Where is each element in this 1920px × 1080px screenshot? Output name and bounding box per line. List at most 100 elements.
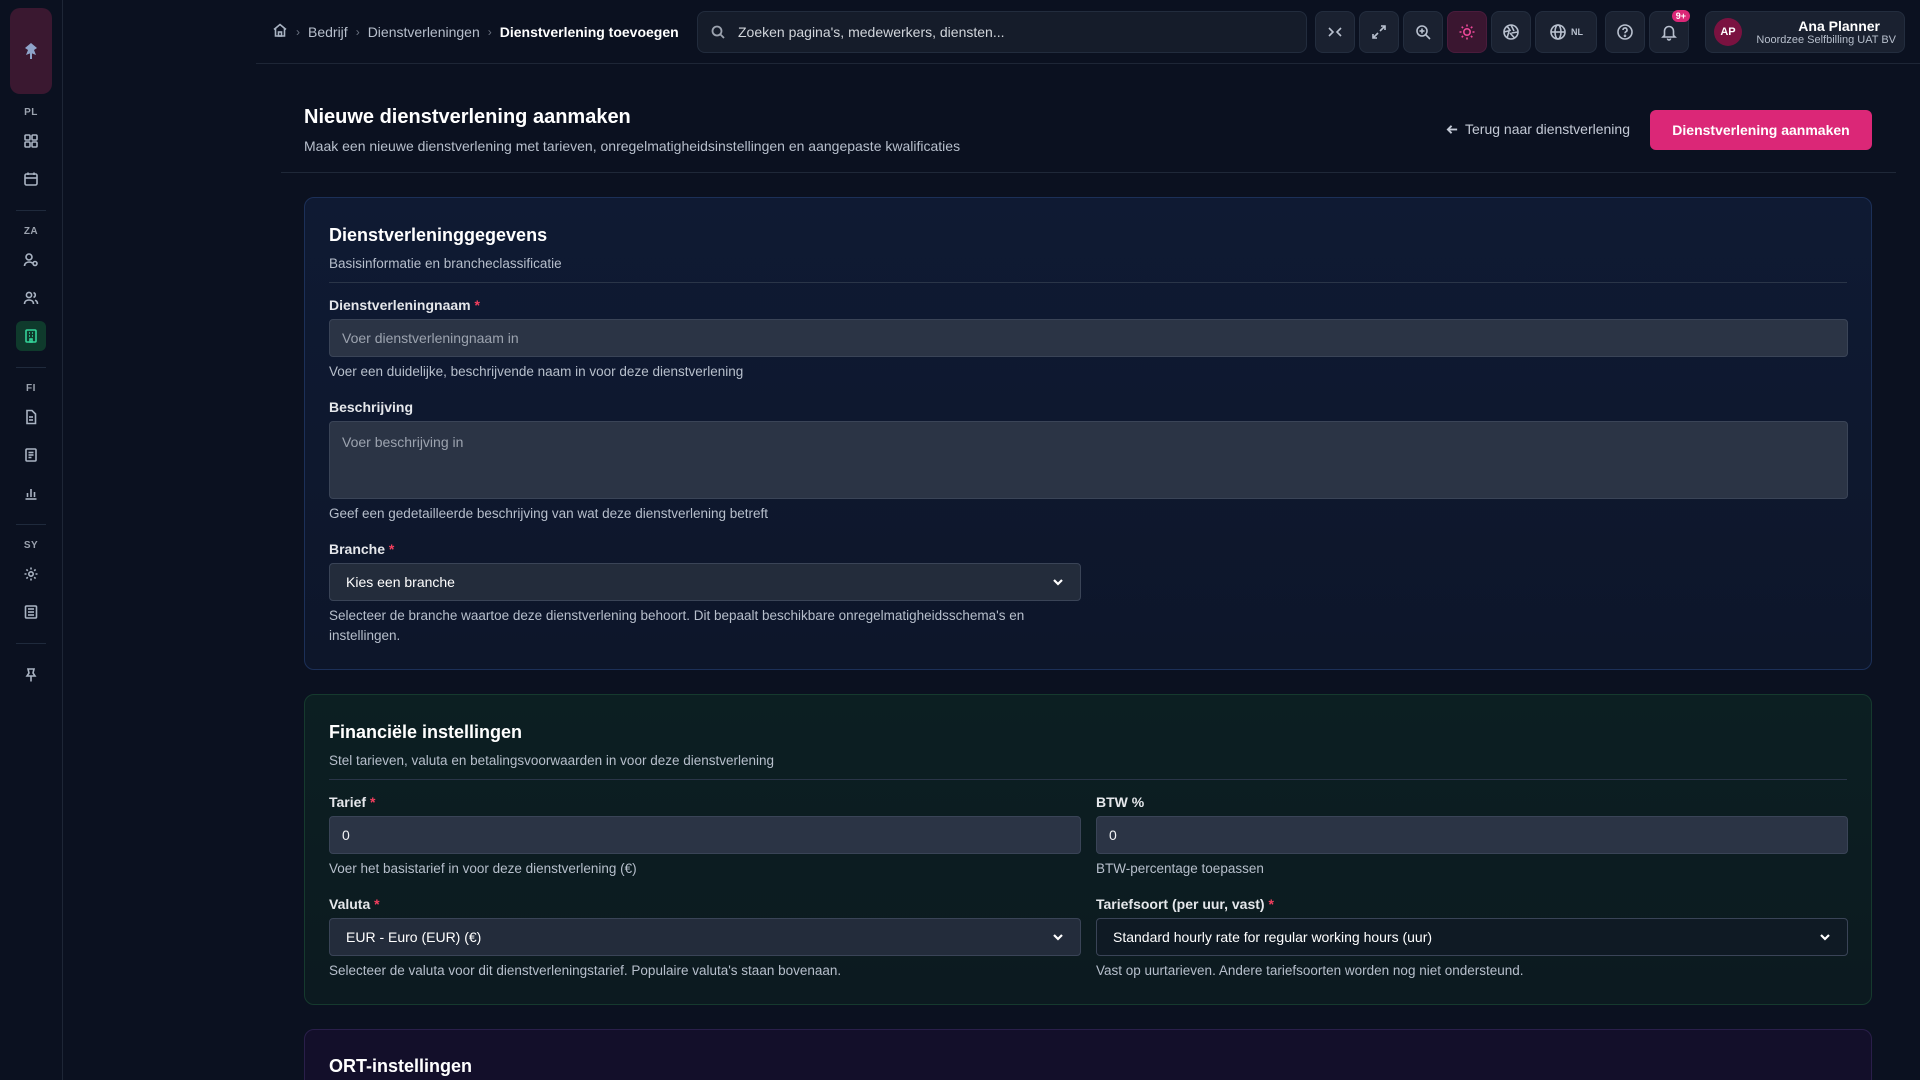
chevron-down-icon — [1820, 934, 1830, 941]
description-help: Geef een gedetailleerde beschrijving van… — [329, 506, 769, 521]
globe-icon — [1550, 24, 1566, 40]
section-subtitle: Stel tarieven, valuta en betalingsvoorwa… — [329, 753, 775, 768]
required-marker: * — [1268, 896, 1274, 912]
notifications-badge: 9+ — [1671, 10, 1690, 22]
required-marker: * — [369, 794, 376, 810]
document-icon[interactable] — [16, 402, 46, 432]
collapse-sidebar-button[interactable] — [1315, 11, 1355, 53]
app-logo[interactable] — [10, 8, 52, 94]
section-divider — [329, 779, 1847, 780]
breadcrumb-item-dienstverleningen[interactable]: Dienstverleningen — [368, 24, 480, 40]
section-divider — [329, 282, 1847, 283]
top-bar: › Bedrijf › Dienstverleningen › Dienstve… — [256, 0, 1920, 64]
chevron-down-icon — [1053, 934, 1063, 941]
rate-value: 0 — [342, 827, 350, 843]
search-icon — [711, 25, 725, 39]
rate-type-label-text: Tariefsoort (per uur, vast) — [1096, 896, 1265, 912]
language-code: NL — [1571, 27, 1583, 37]
currency-select-value: EUR - Euro (EUR) (€) — [346, 929, 482, 945]
sidebar-divider — [16, 210, 46, 211]
calendar-icon[interactable] — [16, 164, 46, 194]
zoom-in-icon — [1416, 25, 1431, 40]
service-name-input[interactable]: Voer dienstverleningnaam in — [329, 319, 1848, 357]
dashboard-icon[interactable] — [16, 126, 46, 156]
chevron-down-icon — [1053, 579, 1063, 586]
service-name-label: Dienstverleningnaam * — [329, 297, 480, 313]
zoom-button[interactable] — [1403, 11, 1443, 53]
vat-value: 0 — [1109, 827, 1117, 843]
search-placeholder: Zoeken pagina's, medewerkers, diensten..… — [738, 24, 1005, 40]
sidebar-divider — [16, 367, 46, 368]
required-marker: * — [474, 297, 480, 313]
description-placeholder: Voer beschrijving in — [342, 434, 464, 450]
breadcrumb-item-bedrijf[interactable]: Bedrijf — [308, 24, 348, 40]
branch-label: Branche * — [329, 541, 394, 557]
user-name: Ana Planner — [1798, 18, 1880, 34]
breadcrumb-current: Dienstverlening toevoegen — [499, 23, 679, 40]
user-settings-icon[interactable] — [16, 245, 46, 275]
vat-input[interactable]: 0 — [1096, 816, 1848, 854]
chevron-right-icon: › — [355, 24, 360, 39]
building-icon[interactable] — [16, 321, 46, 351]
rate-type-select[interactable]: Standard hourly rate for regular working… — [1096, 918, 1848, 956]
vat-label: BTW % — [1096, 794, 1145, 810]
currency-help: Selecteer de valuta voor dit dienstverle… — [329, 963, 842, 978]
chevron-right-icon: › — [296, 24, 300, 39]
fullscreen-button[interactable] — [1359, 11, 1399, 53]
breadcrumb: › Bedrijf › Dienstverleningen › Dienstve… — [256, 22, 679, 41]
gear-icon[interactable] — [16, 559, 46, 589]
users-icon[interactable] — [16, 283, 46, 313]
page-title: Nieuwe dienstverlening aanmaken — [304, 106, 631, 128]
log-icon[interactable] — [16, 597, 46, 627]
notifications-button[interactable]: 9+ — [1649, 10, 1690, 53]
header-divider — [281, 172, 1896, 173]
rate-type-select-value: Standard hourly rate for regular working… — [1113, 929, 1433, 945]
service-details-card: Dienstverleninggegevens Basisinformatie … — [304, 197, 1872, 670]
rate-input[interactable]: 0 — [329, 816, 1081, 854]
section-subtitle: Basisinformatie en brancheclassificatie — [329, 256, 562, 271]
sidebar-group-label: SY — [23, 540, 39, 551]
branch-label-text: Branche — [329, 541, 386, 557]
ort-settings-card: ORT-instellingen — [304, 1029, 1872, 1080]
required-marker: * — [374, 896, 380, 912]
sidebar-divider — [16, 524, 46, 525]
rate-type-help: Vast op uurtarieven. Andere tariefsoorte… — [1096, 963, 1524, 978]
expand-icon — [1372, 25, 1386, 39]
vat-help: BTW-percentage toepassen — [1096, 861, 1264, 876]
appearance-button[interactable] — [1491, 11, 1531, 53]
currency-select[interactable]: EUR - Euro (EUR) (€) — [329, 918, 1081, 956]
branch-select[interactable]: Kies een branche — [329, 563, 1081, 601]
pin-icon[interactable] — [16, 660, 46, 690]
page-subtitle: Maak een nieuwe dienstverlening met tari… — [304, 138, 961, 154]
description-textarea[interactable]: Voer beschrijving in — [329, 421, 1848, 499]
service-name-help: Voer een duidelijke, beschrijvende naam … — [329, 364, 744, 379]
chart-icon[interactable] — [16, 478, 46, 508]
sidebar-group-label: PL — [24, 107, 38, 118]
search-input[interactable]: Zoeken pagina's, medewerkers, diensten..… — [697, 11, 1307, 53]
section-title: ORT-instellingen — [329, 1056, 473, 1076]
home-icon[interactable] — [272, 22, 288, 41]
branch-help: Selecteer de branche waartoe deze dienst… — [329, 608, 1025, 643]
user-menu[interactable]: AP Ana Planner Noordzee Selfbilling UAT … — [1705, 11, 1905, 53]
financial-settings-card: Financiële instellingen Stel tarieven, v… — [304, 694, 1872, 1005]
collapse-icon — [1328, 27, 1342, 37]
help-button[interactable] — [1605, 11, 1645, 53]
back-link[interactable]: Terug naar dienstverlening — [1446, 121, 1630, 137]
logo-icon — [25, 43, 37, 59]
user-organization: Noordzee Selfbilling UAT BV — [1756, 34, 1896, 46]
create-service-button[interactable]: Dienstverlening aanmaken — [1650, 110, 1872, 150]
language-button[interactable]: NL — [1535, 11, 1597, 53]
help-icon — [1617, 24, 1633, 40]
rate-label: Tarief * — [329, 794, 375, 810]
currency-label-text: Valuta — [329, 896, 371, 912]
service-name-label-text: Dienstverleningnaam — [329, 297, 471, 313]
aperture-icon — [1503, 24, 1519, 40]
description-label: Beschrijving — [329, 399, 414, 415]
rate-help: Voer het basistarief in voor deze dienst… — [329, 861, 637, 876]
invoice-icon[interactable] — [16, 440, 46, 470]
required-marker: * — [388, 541, 395, 557]
theme-toggle-button[interactable] — [1447, 11, 1487, 53]
section-title: Dienstverleninggegevens — [329, 225, 548, 245]
service-name-placeholder: Voer dienstverleningnaam in — [342, 330, 519, 346]
avatar: AP — [1714, 18, 1742, 46]
